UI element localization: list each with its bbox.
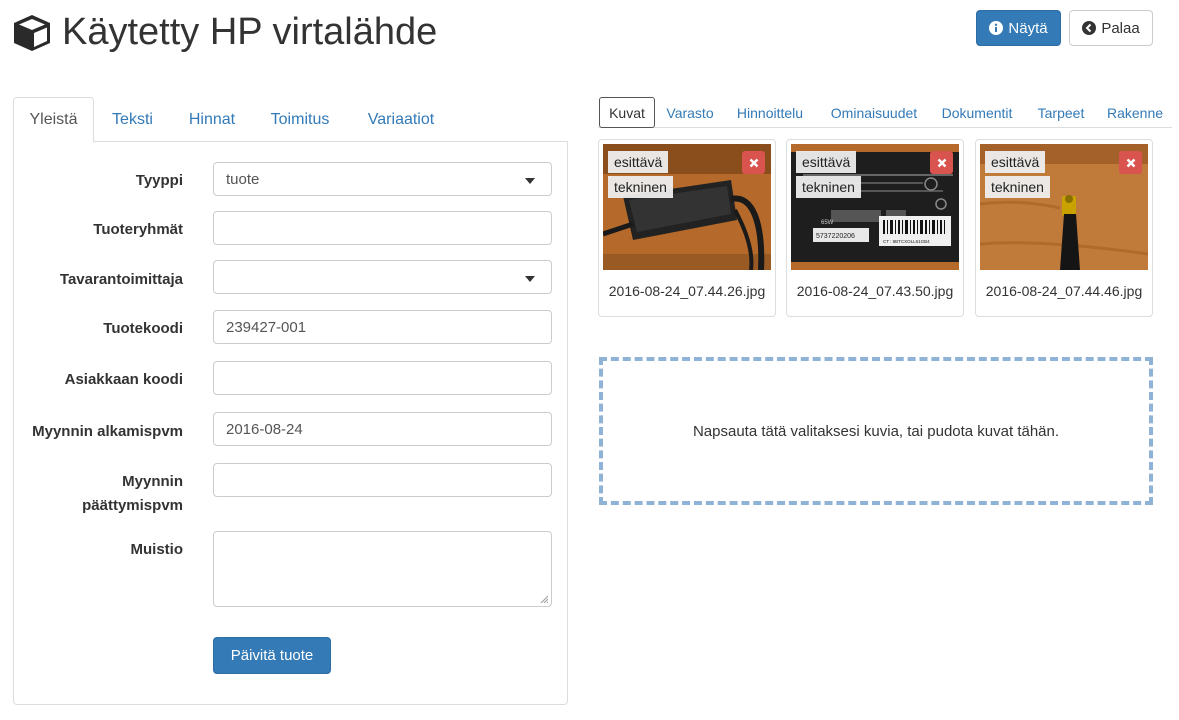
- label-ct-text: CT : 8BTCXOLL61GB4: [883, 239, 930, 244]
- caret-down-icon: [525, 276, 535, 282]
- show-button[interactable]: Näytä: [976, 10, 1061, 46]
- tag-technical[interactable]: tekninen: [608, 176, 673, 198]
- image-thumbnail[interactable]: esittävä tekninen 2016-08-24_07.44.46.jp…: [975, 139, 1153, 317]
- page-title: Käytetty HP virtalähde: [62, 11, 438, 53]
- tab-delivery[interactable]: Toimitus: [257, 97, 343, 142]
- supplier-select[interactable]: [213, 260, 552, 294]
- tab-needs[interactable]: Tarpeet: [1032, 97, 1090, 128]
- tab-prices[interactable]: Hinnat: [173, 97, 251, 142]
- sale-start-value: 2016-08-24: [226, 420, 303, 438]
- caret-down-icon: [525, 178, 535, 184]
- tag-technical[interactable]: tekninen: [985, 176, 1050, 198]
- back-button-label: Palaa: [1101, 19, 1140, 37]
- product-groups-label: Tuoteryhmät: [93, 221, 183, 238]
- image-thumbnail[interactable]: 65W 5737220206 CT : 8BTCXOLL61GB4 esittä…: [786, 139, 964, 317]
- product-code-value: 239427-001: [226, 318, 307, 336]
- sale-start-label: Myynnin alkamispvm: [32, 423, 183, 440]
- type-select[interactable]: tuote: [213, 162, 552, 196]
- cube-icon: [14, 15, 50, 51]
- customer-code-input[interactable]: [213, 361, 552, 395]
- tab-structure[interactable]: Rakenne: [1103, 97, 1167, 128]
- chevron-circle-left-icon: [1082, 21, 1097, 35]
- delete-image-button[interactable]: [930, 151, 953, 174]
- product-code-input[interactable]: 239427-001: [213, 310, 552, 344]
- supplier-label: Tavarantoimittaja: [59, 271, 183, 288]
- resize-grip-icon[interactable]: [540, 595, 548, 603]
- memo-textarea[interactable]: [213, 531, 552, 607]
- type-select-value: tuote: [226, 170, 260, 188]
- image-dropzone[interactable]: Napsauta tätä valitaksesi kuvia, tai pud…: [599, 357, 1153, 505]
- product-code-label: Tuotekoodi: [103, 320, 183, 337]
- back-button[interactable]: Palaa: [1069, 10, 1153, 46]
- delete-image-button[interactable]: [1119, 151, 1142, 174]
- tag-representative[interactable]: esittävä: [985, 151, 1046, 173]
- image-filename: 2016-08-24_07.44.46.jpg: [985, 283, 1143, 299]
- sale-start-input[interactable]: 2016-08-24: [213, 412, 552, 446]
- tag-representative[interactable]: esittävä: [608, 151, 669, 173]
- tab-properties[interactable]: Ominaisuudet: [825, 97, 923, 128]
- sale-end-label-line1: Myynnin: [122, 473, 183, 490]
- media-tabs: Kuvat Varasto Hinnoittelu Ominaisuudet D…: [598, 97, 1172, 128]
- tab-images[interactable]: Kuvat: [599, 97, 655, 128]
- label-65w-text: 65W: [821, 220, 834, 226]
- tab-variations[interactable]: Variaatiot: [353, 97, 449, 142]
- remove-icon: [1126, 158, 1135, 167]
- remove-icon: [749, 158, 758, 167]
- tab-text[interactable]: Teksti: [95, 97, 170, 142]
- sale-end-input[interactable]: [213, 463, 552, 497]
- image-thumbnail[interactable]: esittävä tekninen 2016-08-24_07.44.26.jp…: [598, 139, 776, 317]
- tab-pricing[interactable]: Hinnoittelu: [731, 97, 809, 128]
- remove-icon: [937, 158, 946, 167]
- dropzone-text: Napsauta tätä valitaksesi kuvia, tai pud…: [692, 422, 1060, 440]
- tab-stock[interactable]: Varasto: [660, 97, 720, 128]
- label-serial-text: 5737220206: [816, 233, 855, 240]
- type-label: Tyyppi: [135, 172, 183, 189]
- customer-code-label: Asiakkaan koodi: [64, 371, 183, 388]
- tag-technical[interactable]: tekninen: [796, 176, 861, 198]
- info-circle-icon: [989, 21, 1004, 35]
- image-filename: 2016-08-24_07.44.26.jpg: [608, 283, 766, 299]
- product-tabs: Yleistä Teksti Hinnat Toimitus Variaatio…: [13, 97, 568, 143]
- tag-representative[interactable]: esittävä: [796, 151, 857, 173]
- show-button-label: Näytä: [1008, 19, 1048, 37]
- delete-image-button[interactable]: [742, 151, 765, 174]
- update-product-button[interactable]: Päivitä tuote: [213, 637, 331, 674]
- tab-documents[interactable]: Dokumentit: [936, 97, 1018, 128]
- image-filename: 2016-08-24_07.43.50.jpg: [796, 283, 954, 299]
- tab-general[interactable]: Yleistä: [13, 97, 94, 143]
- sale-end-label-line2: päättymispvm: [82, 497, 183, 514]
- memo-label: Muistio: [130, 541, 184, 558]
- product-groups-input[interactable]: [213, 211, 552, 245]
